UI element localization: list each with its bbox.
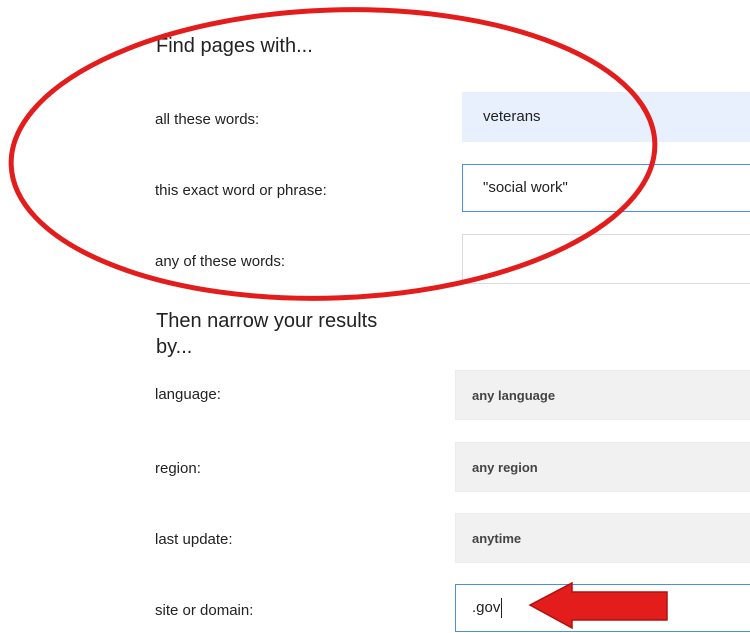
all-words-input[interactable]: veterans: [462, 92, 750, 142]
last-update-select[interactable]: anytime: [455, 513, 750, 563]
text-caret: [501, 598, 503, 618]
exact-phrase-value: "social work": [483, 179, 568, 196]
exact-phrase-input[interactable]: "social work": [462, 164, 750, 212]
site-domain-label: site or domain:: [155, 602, 254, 619]
any-words-input[interactable]: [462, 234, 750, 284]
site-domain-value: .gov: [472, 599, 501, 616]
site-domain-input[interactable]: .gov: [455, 584, 750, 632]
last-update-label: last update:: [155, 531, 233, 548]
find-pages-heading: Find pages with...: [156, 35, 313, 57]
language-select[interactable]: any language: [455, 370, 750, 420]
last-update-value: anytime: [472, 530, 522, 546]
narrow-heading-line2: by...: [156, 336, 193, 358]
region-label: region:: [155, 460, 201, 477]
all-words-value: veterans: [483, 108, 541, 125]
region-select[interactable]: any region: [455, 442, 750, 492]
all-words-label: all these words:: [155, 111, 260, 128]
region-value: any region: [472, 459, 538, 475]
language-value: any language: [472, 387, 556, 403]
any-words-label: any of these words:: [155, 253, 286, 270]
narrow-heading-line1: Then narrow your results: [156, 310, 378, 332]
language-label: language:: [155, 386, 221, 403]
exact-phrase-label: this exact word or phrase:: [155, 182, 327, 199]
